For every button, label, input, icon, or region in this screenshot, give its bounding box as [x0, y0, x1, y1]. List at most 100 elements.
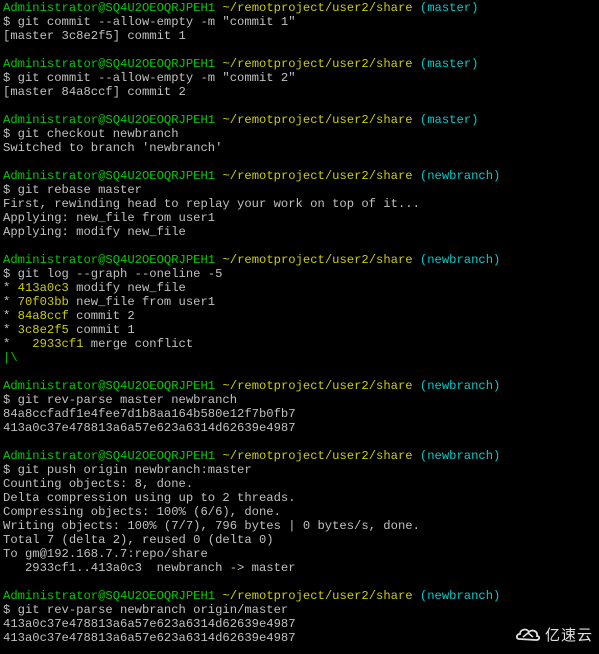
command-text: $ git rebase master — [3, 183, 142, 197]
command-text: $ git commit --allow-empty -m "commit 1" — [3, 15, 296, 29]
output-text: Compressing objects: 100% (6/6), done. — [3, 505, 281, 519]
prompt-user-host: Administrator@SQ4U2OEOQRJPEH1 — [3, 1, 216, 15]
prompt-user-host: Administrator@SQ4U2OEOQRJPEH1 — [3, 169, 216, 183]
output-line: Compressing objects: 100% (6/6), done. — [3, 505, 599, 519]
prompt-line: Administrator@SQ4U2OEOQRJPEH1 ~/remotpro… — [3, 449, 599, 463]
commit-message: modify new_file — [68, 281, 186, 295]
output-line: [master 84a8ccf] commit 2 — [3, 85, 599, 99]
output-text: 84a8ccfadf1e4fee7d1b8aa164b580e12f7b0fb7 — [3, 407, 296, 421]
commit-hash: 3c8e2f5 — [17, 323, 69, 337]
terminal-window[interactable]: Administrator@SQ4U2OEOQRJPEH1 ~/remotpro… — [0, 0, 599, 654]
prompt-user-host: Administrator@SQ4U2OEOQRJPEH1 — [3, 589, 216, 603]
output-line: 413a0c37e478813a6a57e623a6314d62639e4987 — [3, 617, 599, 631]
command-text: $ git commit --allow-empty -m "commit 2" — [3, 71, 296, 85]
output-text: [master 84a8ccf] commit 2 — [3, 85, 186, 99]
output-line: 413a0c37e478813a6a57e623a6314d62639e4987 — [3, 631, 599, 645]
prompt-path: ~/remotproject/user2/share — [222, 1, 413, 15]
prompt-user-host: Administrator@SQ4U2OEOQRJPEH1 — [3, 113, 216, 127]
command-text: $ git push origin newbranch:master — [3, 463, 252, 477]
output-text: Switched to branch 'newbranch' — [3, 141, 223, 155]
log-entry: * 413a0c3 modify new_file — [3, 281, 599, 295]
command-line: $ git log --graph --oneline -5 — [3, 267, 599, 281]
output-text: 2933cf1..413a0c3 newbranch -> master — [3, 561, 296, 575]
output-line: To gm@192.168.7.7:repo/share — [3, 547, 599, 561]
prompt-path: ~/remotproject/user2/share — [222, 253, 413, 267]
command-text: $ git checkout newbranch — [3, 127, 179, 141]
command-text: $ git rev-parse newbranch origin/master — [3, 603, 289, 617]
prompt-path: ~/remotproject/user2/share — [222, 57, 413, 71]
output-text: 413a0c37e478813a6a57e623a6314d62639e4987 — [3, 631, 296, 645]
log-graph-tail: |\ — [3, 351, 599, 365]
output-text: Applying: new_file from user1 — [3, 211, 216, 225]
prompt-path: ~/remotproject/user2/share — [222, 113, 413, 127]
command-line: $ git commit --allow-empty -m "commit 2" — [3, 71, 599, 85]
prompt-branch: (master) — [419, 57, 479, 71]
prompt-user-host: Administrator@SQ4U2OEOQRJPEH1 — [3, 57, 216, 71]
output-line: Delta compression using up to 2 threads. — [3, 491, 599, 505]
output-text: To gm@192.168.7.7:repo/share — [3, 547, 208, 561]
output-line: Switched to branch 'newbranch' — [3, 141, 599, 155]
output-line: 413a0c37e478813a6a57e623a6314d62639e4987 — [3, 421, 599, 435]
output-text: Applying: modify new_file — [3, 225, 186, 239]
log-entry: * 70f03bb new_file from user1 — [3, 295, 599, 309]
output-line: Counting objects: 8, done. — [3, 477, 599, 491]
command-line: $ git rebase master — [3, 183, 599, 197]
output-text: 413a0c37e478813a6a57e623a6314d62639e4987 — [3, 617, 296, 631]
commit-message: new_file from user1 — [68, 295, 216, 309]
prompt-line: Administrator@SQ4U2OEOQRJPEH1 ~/remotpro… — [3, 379, 599, 393]
output-text: Counting objects: 8, done. — [3, 477, 194, 491]
prompt-branch: (newbranch) — [419, 169, 501, 183]
terminal-output: Administrator@SQ4U2OEOQRJPEH1 ~/remotpro… — [0, 0, 599, 645]
commit-hash: 413a0c3 — [17, 281, 69, 295]
commit-message: commit 2 — [68, 309, 135, 323]
prompt-branch: (master) — [419, 1, 479, 15]
prompt-branch: (newbranch) — [419, 589, 501, 603]
watermark-text: 亿速云 — [544, 626, 593, 644]
watermark: 亿速云 — [515, 624, 593, 645]
prompt-branch: (newbranch) — [419, 449, 501, 463]
output-text: [master 3c8e2f5] commit 1 — [3, 29, 186, 43]
commit-message: commit 1 — [68, 323, 135, 337]
output-text: Delta compression using up to 2 threads. — [3, 491, 296, 505]
log-entry: * 84a8ccf commit 2 — [3, 309, 599, 323]
prompt-branch: (newbranch) — [419, 253, 501, 267]
output-line: First, rewinding head to replay your wor… — [3, 197, 599, 211]
log-graph: * — [3, 323, 18, 337]
output-line: [master 3c8e2f5] commit 1 — [3, 29, 599, 43]
output-text: Total 7 (delta 2), reused 0 (delta 0) — [3, 533, 274, 547]
prompt-line: Administrator@SQ4U2OEOQRJPEH1 ~/remotpro… — [3, 253, 599, 267]
log-entry: * 3c8e2f5 commit 1 — [3, 323, 599, 337]
commit-hash: 2933cf1 — [32, 337, 84, 351]
output-text: First, rewinding head to replay your wor… — [3, 197, 420, 211]
command-text: $ git rev-parse master newbranch — [3, 393, 238, 407]
command-line: $ git rev-parse master newbranch — [3, 393, 599, 407]
prompt-path: ~/remotproject/user2/share — [222, 169, 413, 183]
commit-message: merge conflict — [83, 337, 194, 351]
prompt-line: Administrator@SQ4U2OEOQRJPEH1 ~/remotpro… — [3, 113, 599, 127]
log-graph: * — [3, 281, 18, 295]
output-line: Applying: modify new_file — [3, 225, 599, 239]
log-graph: * — [3, 295, 18, 309]
output-text: 413a0c37e478813a6a57e623a6314d62639e4987 — [3, 421, 296, 435]
prompt-path: ~/remotproject/user2/share — [222, 379, 413, 393]
prompt-line: Administrator@SQ4U2OEOQRJPEH1 ~/remotpro… — [3, 169, 599, 183]
output-line: Writing objects: 100% (7/7), 796 bytes |… — [3, 519, 599, 533]
prompt-user-host: Administrator@SQ4U2OEOQRJPEH1 — [3, 449, 216, 463]
log-entry: * 2933cf1 merge conflict — [3, 337, 599, 351]
prompt-path: ~/remotproject/user2/share — [222, 589, 413, 603]
output-line: Applying: new_file from user1 — [3, 211, 599, 225]
commit-hash: 84a8ccf — [17, 309, 69, 323]
prompt-branch: (master) — [419, 113, 479, 127]
log-graph: * — [3, 337, 33, 351]
output-line: 84a8ccfadf1e4fee7d1b8aa164b580e12f7b0fb7 — [3, 407, 599, 421]
output-text: Writing objects: 100% (7/7), 796 bytes |… — [3, 519, 420, 533]
prompt-path: ~/remotproject/user2/share — [222, 449, 413, 463]
prompt-line: Administrator@SQ4U2OEOQRJPEH1 ~/remotpro… — [3, 589, 599, 603]
prompt-user-host: Administrator@SQ4U2OEOQRJPEH1 — [3, 379, 216, 393]
yisu-cloud-logo-icon — [515, 628, 541, 641]
prompt-line: Administrator@SQ4U2OEOQRJPEH1 ~/remotpro… — [3, 57, 599, 71]
